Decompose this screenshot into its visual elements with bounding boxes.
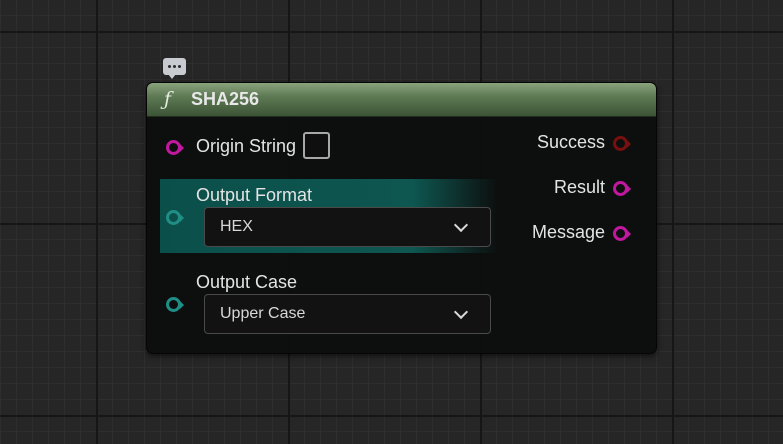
message-label: Message <box>531 222 605 242</box>
output-case-pin[interactable] <box>166 297 184 312</box>
result-label: Result <box>553 177 605 197</box>
origin-string-checkbox[interactable] <box>303 132 330 159</box>
chevron-down-icon <box>453 217 469 233</box>
chevron-down-icon <box>453 304 469 320</box>
comment-bubble-icon[interactable] <box>163 58 186 79</box>
node-title: SHA256 <box>191 89 260 109</box>
origin-string-pin[interactable] <box>166 140 184 155</box>
output-format-value: HEX <box>220 218 253 235</box>
output-case-value: Upper Case <box>220 305 306 322</box>
output-format-dropdown[interactable]: HEX <box>204 207 491 247</box>
function-icon: ƒ <box>164 88 172 110</box>
origin-string-label: Origin String <box>196 136 297 156</box>
output-format-pin[interactable] <box>166 210 184 225</box>
success-pin[interactable] <box>613 136 631 151</box>
output-format-label: Output Format <box>196 185 313 205</box>
output-case-label: Output Case <box>196 272 298 292</box>
output-case-dropdown[interactable]: Upper Case <box>204 294 491 334</box>
success-label: Success <box>536 132 605 152</box>
result-pin[interactable] <box>613 181 631 196</box>
node-header[interactable]: ƒ SHA256 <box>147 83 656 117</box>
message-pin[interactable] <box>613 226 631 241</box>
